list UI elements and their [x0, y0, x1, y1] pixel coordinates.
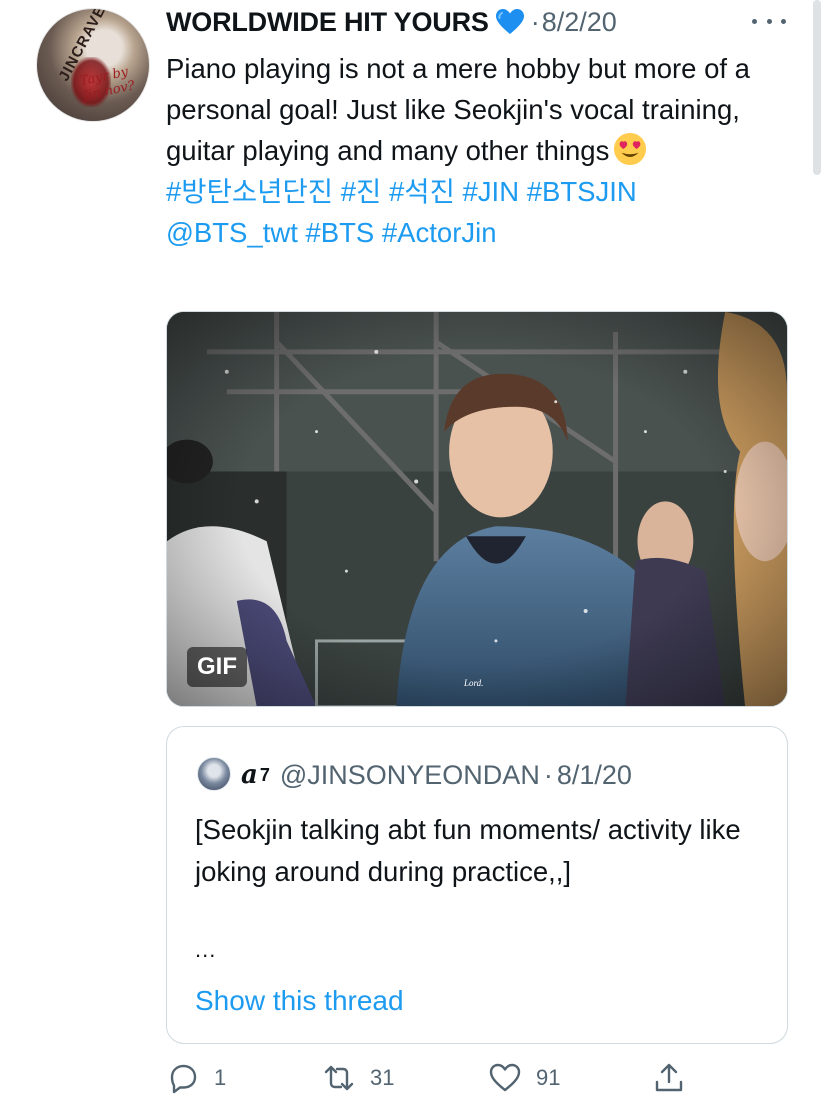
quoted-author-name[interactable]: a — [241, 760, 258, 790]
show-thread-link[interactable]: Show this thread — [195, 985, 404, 1017]
retweet-count: 31 — [370, 1065, 395, 1090]
hashtags-line-1[interactable]: #방탄소년단진 #진 #석진 #JIN #BTSJIN — [166, 171, 806, 212]
tweet-header: WORLDWIDE HIT YOURS · 8/2/20 — [166, 2, 617, 42]
share-button[interactable] — [652, 1058, 686, 1098]
quoted-tweet-ellipsis: ... — [195, 937, 217, 962]
author-avatar[interactable]: JINCRAVE Tayr by Jin nov? — [36, 8, 150, 122]
scrollbar-thumb[interactable] — [813, 0, 821, 175]
share-icon — [655, 1063, 683, 1092]
gif-frame-image: Lord. — [167, 312, 787, 706]
reply-count: 1 — [214, 1065, 227, 1090]
tweet-body: Piano playing is not a mere hobby but mo… — [166, 53, 750, 166]
like-count: 91 — [536, 1065, 561, 1090]
quoted-author-superscript: 7 — [259, 764, 270, 785]
gif-media[interactable]: Lord. GIF — [166, 311, 788, 707]
quoted-tweet-text: [Seokjin talking abt fun moments/ activi… — [195, 814, 741, 887]
quoted-tweet-header: a7 @JINSONYEONDAN · 8/1/20 — [241, 757, 632, 793]
tweet-action-bar: 1 31 91 — [166, 1058, 806, 1098]
quoted-tweet-card[interactable]: a7 @JINSONYEONDAN · 8/1/20 [Seokjin talk… — [166, 726, 788, 1044]
heart-eyes-emoji — [614, 132, 647, 166]
like-heart-icon — [489, 1063, 521, 1092]
media-watermark: Lord. — [463, 678, 483, 688]
more-options-icon[interactable] — [752, 6, 786, 36]
retweet-icon — [324, 1065, 354, 1091]
reply-button[interactable]: 1 — [166, 1058, 226, 1098]
quoted-author-avatar[interactable] — [197, 757, 231, 791]
reply-icon — [170, 1064, 197, 1094]
header-separator: · — [530, 6, 540, 37]
quoted-author-handle[interactable]: @JINSONYEONDAN — [280, 760, 540, 791]
quoted-separator: · — [543, 759, 553, 790]
quoted-tweet-date[interactable]: 8/1/20 — [557, 760, 632, 791]
gif-badge[interactable]: GIF — [187, 647, 247, 687]
hashtags-line-2[interactable]: @BTS_twt #BTS #ActorJin — [166, 212, 806, 253]
blue-heart-icon — [495, 9, 524, 34]
tweet-date[interactable]: 8/2/20 — [542, 7, 617, 38]
like-button[interactable]: 91 — [488, 1058, 560, 1098]
author-display-name[interactable]: WORLDWIDE HIT YOURS — [166, 7, 489, 38]
tweet-text: Piano playing is not a mere hobby but mo… — [166, 48, 806, 253]
retweet-button[interactable]: 31 — [322, 1058, 394, 1098]
